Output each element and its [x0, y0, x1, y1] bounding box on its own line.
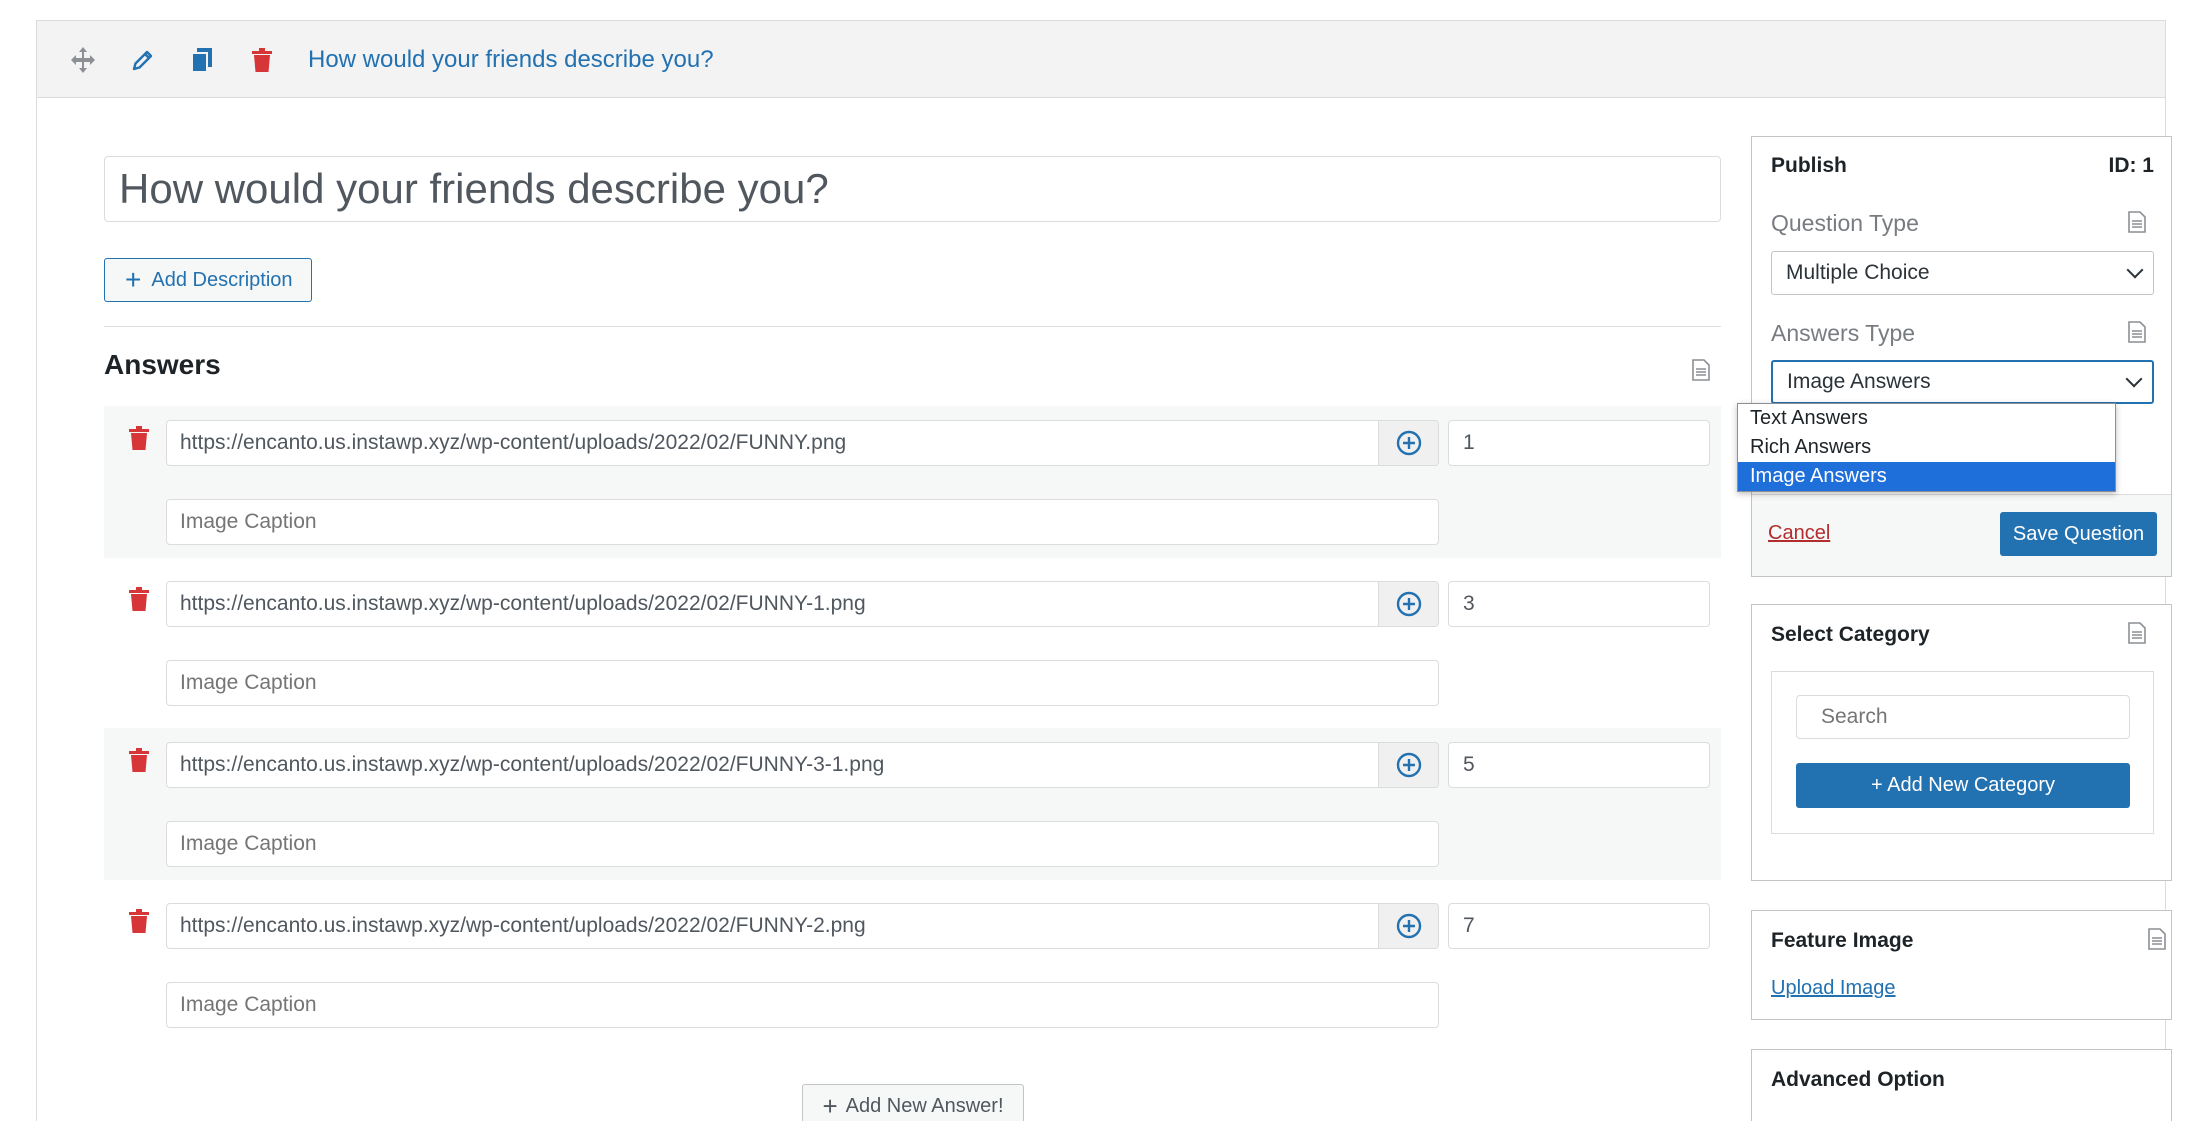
select-image-button[interactable] [1379, 903, 1439, 949]
answer-image-url-input[interactable] [166, 742, 1379, 788]
question-editor: How would your friends describe you? + A… [36, 20, 2172, 1121]
answer-image-url-input[interactable] [166, 581, 1379, 627]
toolbar-question-title[interactable]: How would your friends describe you? [308, 43, 714, 77]
answer-points-input[interactable] [1448, 903, 1710, 949]
plus-circle-icon [1396, 591, 1421, 617]
plus-circle-icon [1396, 752, 1421, 778]
pencil-icon[interactable] [126, 43, 160, 77]
save-question-button[interactable]: Save Question [2000, 512, 2157, 556]
image-caption-input[interactable] [166, 982, 1439, 1028]
advanced-option-title: Advanced Option [1771, 1068, 1945, 1091]
answer-row [104, 728, 1721, 880]
image-caption-input[interactable] [166, 499, 1439, 545]
question-type-value: Multiple Choice [1786, 261, 1930, 284]
add-new-answer-button[interactable]: + Add New Answer! [802, 1084, 1024, 1121]
category-box: + Add New Category [1771, 671, 2154, 834]
question-title-input[interactable] [104, 156, 1721, 222]
answers-type-value: Image Answers [1787, 370, 1931, 393]
category-search-input[interactable] [1796, 695, 2130, 739]
delete-answer-icon[interactable] [128, 426, 150, 450]
option-rich-answers[interactable]: Rich Answers [1738, 433, 2115, 462]
add-new-answer-label: Add New Answer! [845, 1095, 1004, 1117]
answer-points-input[interactable] [1448, 581, 1710, 627]
answer-row [104, 889, 1721, 1041]
publish-panel: Publish ID: 1 Question Type Multiple Cho… [1751, 136, 2172, 577]
document-icon[interactable] [2148, 928, 2166, 950]
option-text-answers[interactable]: Text Answers [1738, 404, 2115, 433]
image-caption-input[interactable] [166, 660, 1439, 706]
plus-icon: + [822, 1091, 838, 1121]
document-icon[interactable] [2128, 321, 2146, 343]
delete-answer-icon[interactable] [128, 587, 150, 611]
add-description-label: Add Description [151, 268, 293, 291]
publish-title: Publish [1771, 154, 1847, 177]
move-icon[interactable] [66, 43, 100, 77]
answer-image-url-input[interactable] [166, 903, 1379, 949]
answer-row [104, 567, 1721, 719]
answer-row [104, 406, 1721, 558]
document-icon[interactable] [1692, 359, 1710, 381]
select-image-button[interactable] [1379, 581, 1439, 627]
feature-image-title: Feature Image [1771, 929, 1914, 952]
delete-answer-icon[interactable] [128, 909, 150, 933]
divider [104, 326, 1721, 327]
image-caption-input[interactable] [166, 821, 1439, 867]
chevron-down-icon [2126, 261, 2144, 279]
answers-heading: Answers [104, 349, 221, 380]
question-type-label: Question Type [1771, 210, 1919, 236]
select-image-button[interactable] [1379, 742, 1439, 788]
trash-icon[interactable] [245, 43, 279, 77]
add-description-button[interactable]: + Add Description [104, 258, 312, 302]
add-new-category-button[interactable]: + Add New Category [1796, 763, 2130, 808]
plus-icon: + [125, 264, 142, 295]
document-icon[interactable] [2128, 211, 2146, 233]
answer-points-input[interactable] [1448, 420, 1710, 466]
question-toolbar: How would your friends describe you? [37, 21, 2165, 98]
document-icon[interactable] [2128, 622, 2146, 644]
copy-icon[interactable] [185, 43, 219, 77]
cancel-link[interactable]: Cancel [1768, 522, 1830, 545]
select-image-button[interactable] [1379, 420, 1439, 466]
category-panel: Select Category + Add New Category [1751, 604, 2172, 881]
plus-circle-icon [1396, 430, 1421, 456]
answers-type-dropdown: Text Answers Rich Answers Image Answers [1737, 403, 2116, 492]
advanced-option-panel: Advanced Option [1751, 1049, 2172, 1121]
answers-type-select[interactable]: Image Answers [1771, 360, 2154, 404]
plus-circle-icon [1396, 913, 1421, 939]
question-type-select[interactable]: Multiple Choice [1771, 251, 2154, 295]
answers-type-label: Answers Type [1771, 320, 1916, 346]
publish-footer: Cancel Save Question [1752, 494, 2171, 576]
category-title: Select Category [1771, 623, 1930, 646]
chevron-down-icon [2125, 370, 2143, 388]
answer-image-url-input[interactable] [166, 420, 1379, 466]
feature-image-panel: Feature Image Upload Image [1751, 910, 2172, 1020]
upload-image-link[interactable]: Upload Image [1771, 977, 1896, 1000]
delete-answer-icon[interactable] [128, 748, 150, 772]
option-image-answers[interactable]: Image Answers [1738, 462, 2115, 491]
answer-points-input[interactable] [1448, 742, 1710, 788]
question-id: ID: 1 [2108, 154, 2154, 177]
